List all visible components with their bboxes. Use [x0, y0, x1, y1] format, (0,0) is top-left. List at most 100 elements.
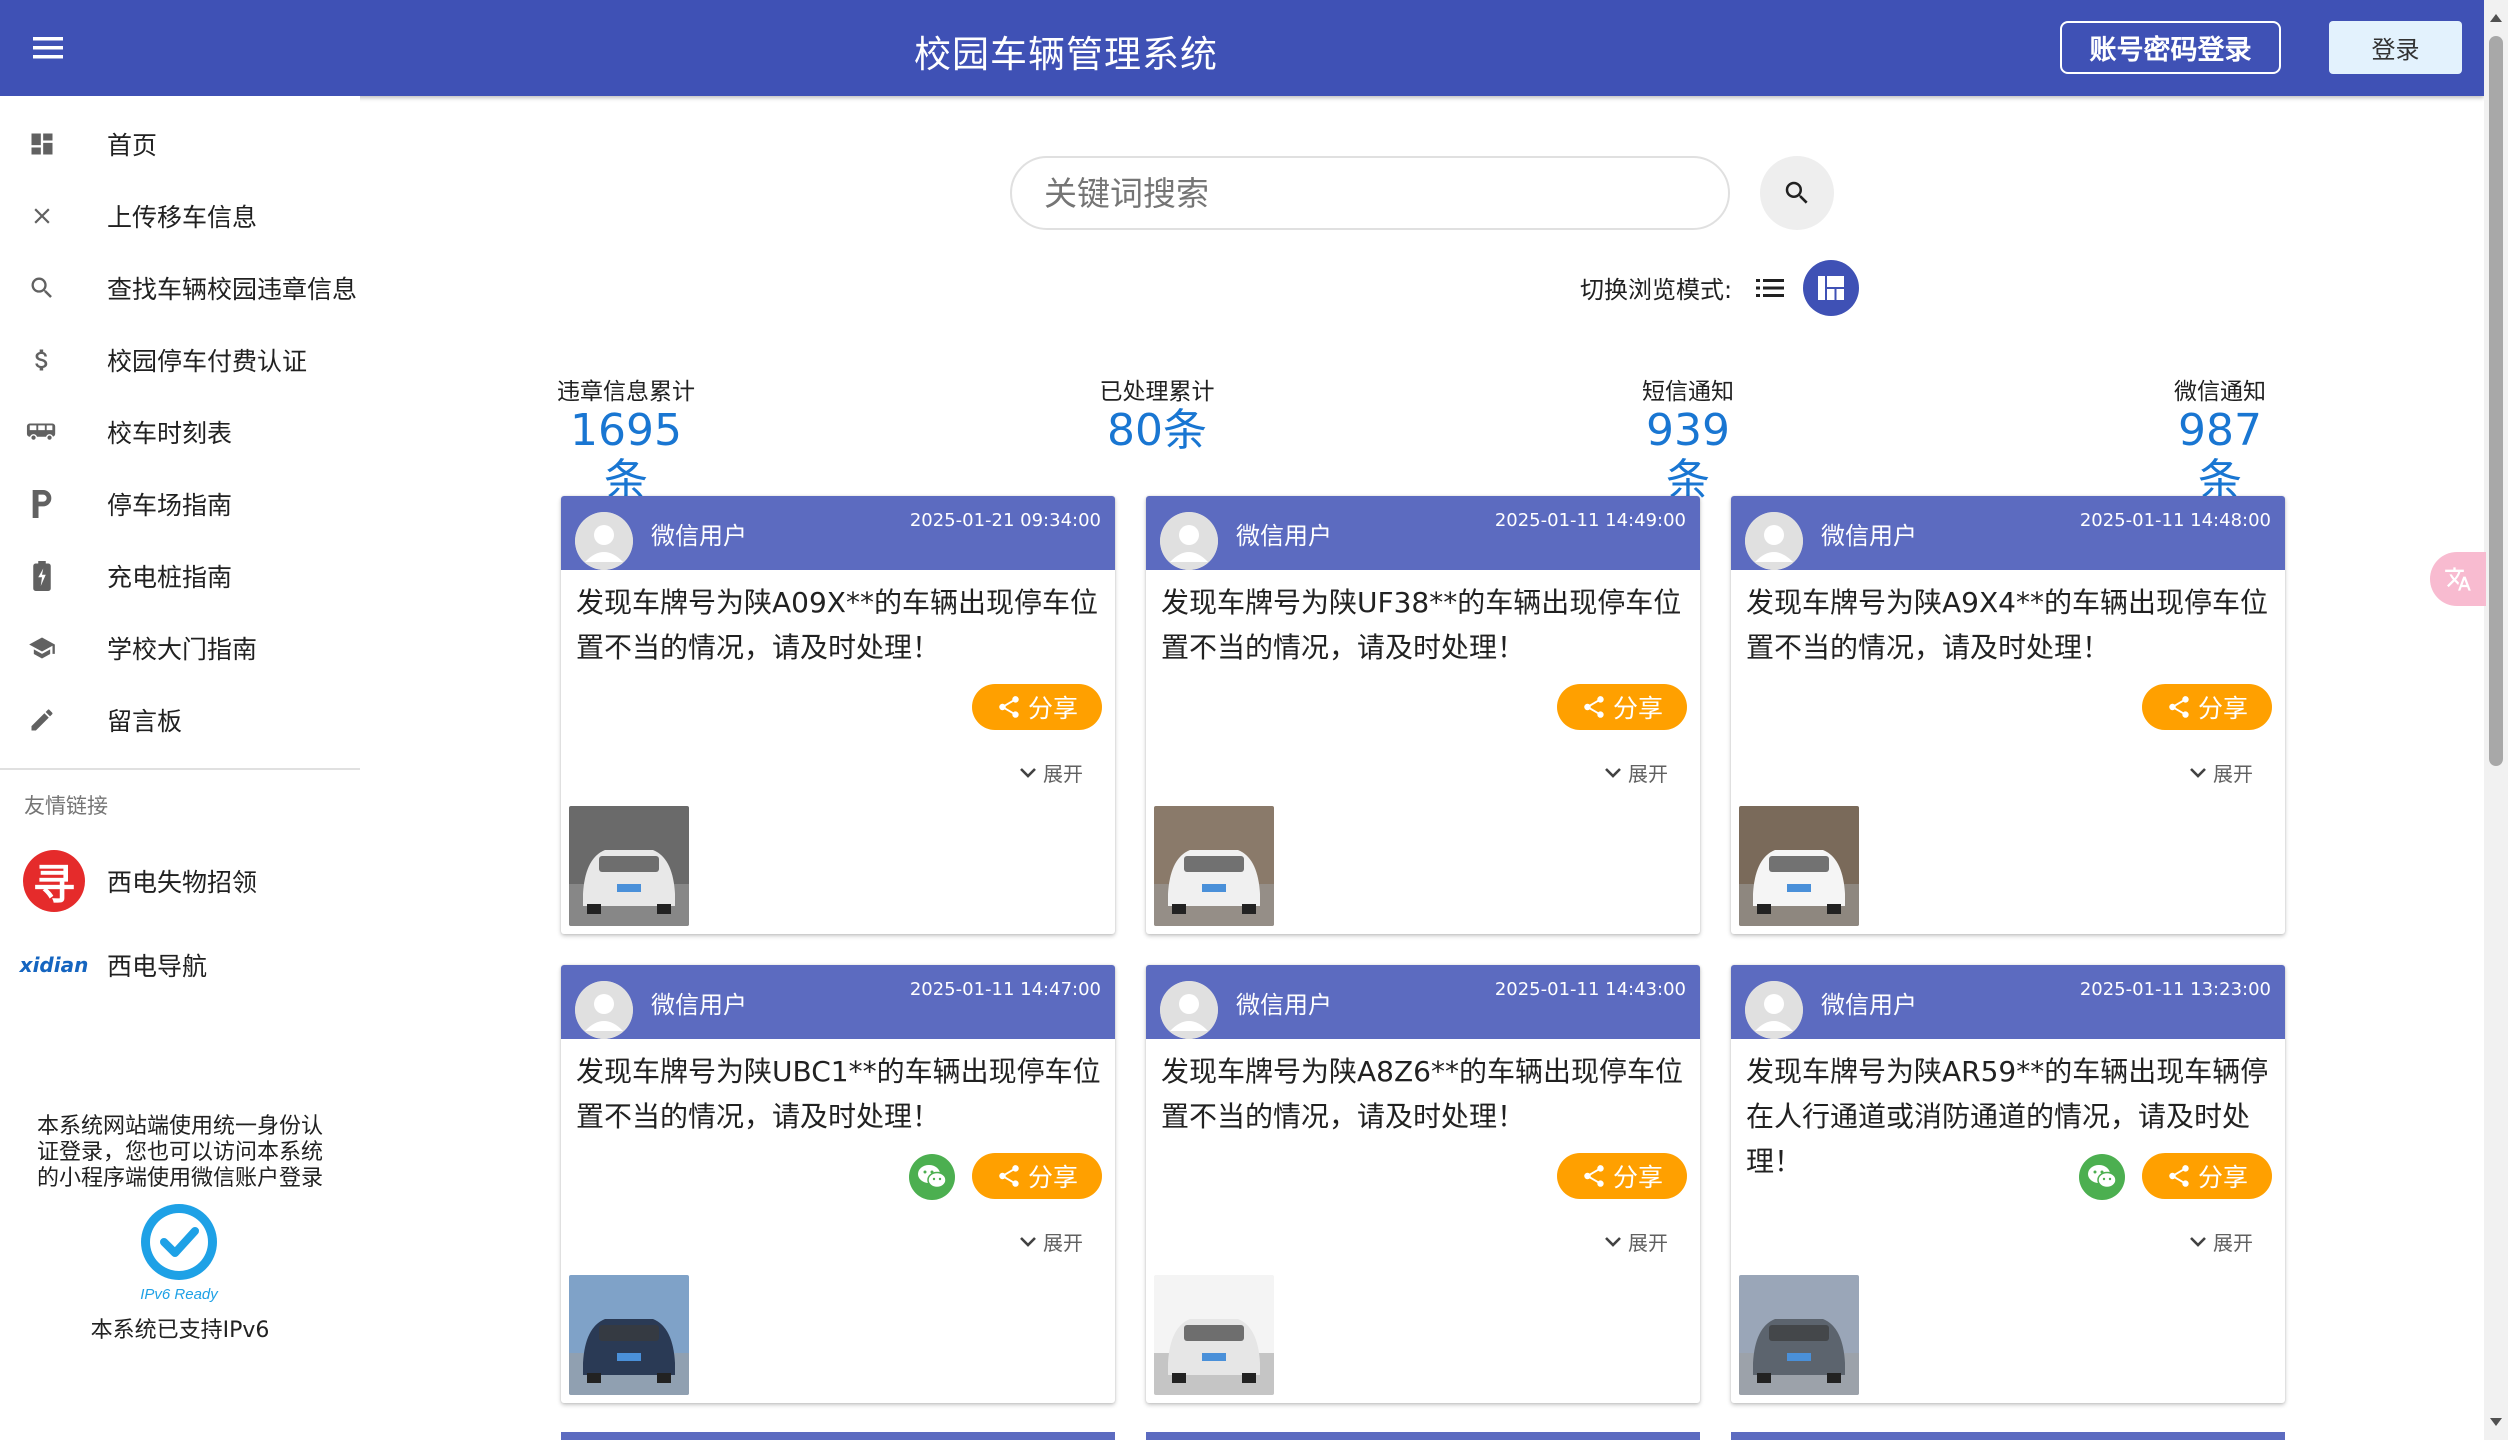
sidebar-item-parking-guide[interactable]: 停车场指南 — [0, 468, 360, 540]
school-icon — [26, 632, 58, 664]
scroll-up-icon[interactable] — [2490, 14, 2502, 22]
card-timestamp: 2025-01-11 14:48:00 — [2079, 510, 2271, 531]
share-button[interactable]: 分享 — [972, 684, 1102, 730]
expand-toggle[interactable]: 展开 — [2189, 1227, 2253, 1256]
card-header: 微信用户 2025-01-11 13:23:00 — [1731, 965, 2285, 1039]
report-card: 微信用户 2025-01-11 14:49:00 发现车牌号为陕UF38**的车… — [1146, 496, 1700, 934]
expand-toggle[interactable]: 展开 — [1604, 758, 1668, 787]
list-view-button[interactable] — [1754, 272, 1786, 304]
avatar — [575, 512, 633, 570]
stat-value: 1695条 — [570, 405, 682, 506]
scrollbar[interactable] — [2484, 0, 2508, 1440]
expand-label: 展开 — [1043, 762, 1083, 786]
expand-toggle[interactable]: 展开 — [1019, 1227, 1083, 1256]
ipv6-ready-logo-icon: IPv6 Ready — [136, 1202, 222, 1303]
avatar — [1160, 981, 1218, 1039]
report-card: 微信用户 2025-01-11 14:48:00 发现车牌号为陕A9X4**的车… — [1731, 496, 2285, 934]
avatar — [1745, 981, 1803, 1039]
chevron-down-icon — [1020, 1236, 1036, 1247]
share-icon — [1584, 696, 1604, 718]
sidebar-item-parking-payment[interactable]: 校园停车付费认证 — [0, 324, 360, 396]
chevron-down-icon — [1020, 767, 1036, 778]
card-username: 微信用户 — [1236, 522, 1332, 550]
share-button[interactable]: 分享 — [1557, 1153, 1687, 1199]
share-label: 分享 — [2197, 694, 2248, 723]
car-photo-icon — [1739, 1275, 1859, 1395]
pencil-icon — [26, 704, 58, 736]
sidebar-divider — [0, 768, 360, 770]
sidebar-item-upload[interactable]: 上传移车信息 — [0, 180, 360, 252]
card-partial — [561, 1432, 1115, 1440]
friend-link-lost-and-found[interactable]: 寻 西电失物招领 — [0, 845, 360, 917]
user-avatar-icon — [575, 512, 633, 570]
sidebar-item-search-violation[interactable]: 查找车辆校园违章信息 — [0, 252, 360, 324]
card-header: 微信用户 2025-01-11 14:49:00 — [1146, 496, 1700, 570]
search-icon — [26, 272, 58, 304]
share-button[interactable]: 分享 — [972, 1153, 1102, 1199]
share-button[interactable]: 分享 — [2142, 1153, 2272, 1199]
search-field[interactable] — [1010, 156, 1730, 230]
sidebar-item-gate-guide[interactable]: 学校大门指南 — [0, 612, 360, 684]
vehicle-photo[interactable] — [569, 806, 689, 926]
report-card: 微信用户 2025-01-21 09:34:00 发现车牌号为陕A09X**的车… — [561, 496, 1115, 934]
expand-label: 展开 — [2213, 762, 2253, 786]
vehicle-photo[interactable] — [569, 1275, 689, 1395]
card-header: 微信用户 2025-01-11 14:48:00 — [1731, 496, 2285, 570]
wechat-notify-button[interactable] — [2079, 1154, 2125, 1200]
avatar — [575, 981, 633, 1039]
login-button[interactable]: 登录 — [2329, 21, 2462, 74]
sidebar-item-label: 查找车辆校园违章信息 — [107, 275, 358, 304]
search-icon — [1785, 181, 1808, 204]
xidian-logo-icon: xidian — [19, 953, 89, 977]
share-button[interactable]: 分享 — [2142, 684, 2272, 730]
share-icon — [2169, 1165, 2189, 1187]
friend-link-label: 西电导航 — [107, 952, 208, 981]
scrollbar-thumb[interactable] — [2489, 36, 2503, 766]
card-header: 微信用户 2025-01-21 09:34:00 — [561, 496, 1115, 570]
bus-icon — [26, 416, 58, 448]
card-username: 微信用户 — [651, 991, 747, 1019]
expand-label: 展开 — [1628, 1231, 1668, 1255]
share-icon — [2169, 696, 2189, 718]
translate-icon[interactable] — [2430, 552, 2486, 606]
search-button[interactable] — [1760, 156, 1834, 230]
stat-sms: 短信通知 939条 — [1626, 372, 1750, 506]
car-photo-icon — [1154, 1275, 1274, 1395]
wechat-notify-button[interactable] — [909, 1154, 955, 1200]
sidebar-item-bus-schedule[interactable]: 校车时刻表 — [0, 396, 360, 468]
vehicle-photo[interactable] — [1154, 1275, 1274, 1395]
card-username: 微信用户 — [1821, 522, 1917, 550]
expand-toggle[interactable]: 展开 — [2189, 758, 2253, 787]
vehicle-photo[interactable] — [1739, 1275, 1859, 1395]
friend-link-xidian-nav[interactable]: xidian 西电导航 — [0, 929, 360, 1001]
friend-links-title: 友情链接 — [24, 794, 108, 818]
sidebar-item-charging-guide[interactable]: 充电桩指南 — [0, 540, 360, 612]
card-username: 微信用户 — [1236, 991, 1332, 1019]
vehicle-photo[interactable] — [1739, 806, 1859, 926]
sidebar-item-label: 校车时刻表 — [107, 419, 233, 448]
user-avatar-icon — [1160, 512, 1218, 570]
lost-and-found-logo-icon: 寻 — [23, 850, 85, 912]
share-label: 分享 — [1612, 694, 1663, 723]
sidebar-item-home[interactable]: 首页 — [0, 108, 360, 180]
account-password-login-button[interactable]: 账号密码登录 — [2060, 21, 2281, 74]
expand-toggle[interactable]: 展开 — [1019, 758, 1083, 787]
expand-toggle[interactable]: 展开 — [1604, 1227, 1668, 1256]
stat-label: 短信通知 — [1642, 379, 1734, 405]
sidebar-item-label: 首页 — [107, 131, 158, 160]
scroll-down-icon[interactable] — [2490, 1418, 2502, 1426]
grid-view-button[interactable] — [1803, 260, 1859, 316]
list-view-icon — [1756, 279, 1784, 297]
report-card: 微信用户 2025-01-11 14:47:00 发现车牌号为陕UBC1**的车… — [561, 965, 1115, 1403]
search-input[interactable] — [1044, 173, 1684, 213]
card-header: 微信用户 2025-01-11 14:43:00 — [1146, 965, 1700, 1039]
share-label: 分享 — [1612, 1163, 1663, 1192]
parking-icon — [26, 488, 58, 520]
sidebar-item-message-board[interactable]: 留言板 — [0, 684, 360, 756]
card-timestamp: 2025-01-11 13:23:00 — [2079, 979, 2271, 1000]
share-button[interactable]: 分享 — [1557, 684, 1687, 730]
sidebar: 首页 上传移车信息 查找车辆校园违章信息 校园停车付费认证 校车时刻表 停车场指… — [0, 96, 360, 1440]
chevron-down-icon — [1605, 767, 1621, 778]
stat-value: 80条 — [1107, 405, 1207, 456]
vehicle-photo[interactable] — [1154, 806, 1274, 926]
